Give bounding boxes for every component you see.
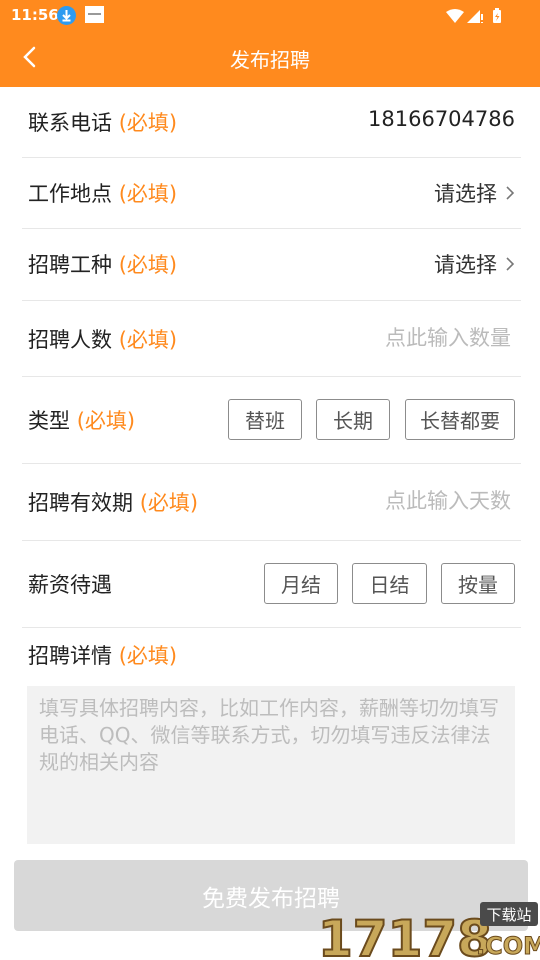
chevron-right-icon (506, 186, 515, 200)
watermark-number: 17178 (318, 910, 492, 960)
location-row[interactable]: 工作地点 (必填) 请选择 (22, 158, 521, 229)
salary-option-piecework[interactable]: 按量 (441, 563, 515, 604)
details-label: 招聘详情 (必填) (28, 644, 178, 668)
job-type-select[interactable]: 请选择 (434, 249, 515, 279)
location-select[interactable]: 请选择 (434, 178, 515, 208)
download-notification-icon (57, 6, 76, 25)
type-row: 类型 (必填) 替班 长期 长替都要 (22, 377, 521, 464)
job-type-row[interactable]: 招聘工种 (必填) 请选择 (22, 229, 521, 301)
salary-option-daily[interactable]: 日结 (352, 563, 427, 604)
phone-label: 联系电话 (必填) (28, 111, 178, 135)
type-option-both[interactable]: 长替都要 (405, 399, 515, 440)
required-mark: (必填) (118, 328, 178, 352)
required-mark: (必填) (118, 644, 178, 668)
type-option-long-term[interactable]: 长期 (316, 399, 390, 440)
page-title: 发布招聘 (230, 48, 310, 72)
job-type-label: 招聘工种 (必填) (28, 253, 178, 277)
system-status-icons (446, 8, 506, 24)
app-notification-icon (85, 6, 104, 23)
status-bar: 11:56 (0, 0, 540, 32)
details-textarea[interactable] (27, 686, 515, 844)
headcount-label: 招聘人数 (必填) (28, 328, 178, 352)
required-mark: (必填) (118, 182, 178, 206)
site-watermark-logo: 17178 下载站 .COM (317, 902, 540, 960)
location-select-text: 请选择 (434, 182, 497, 206)
phone-value[interactable]: 18166704786 (368, 107, 515, 131)
watermark-tag: 下载站 (486, 906, 531, 924)
wifi-icon (446, 9, 464, 23)
required-mark: (必填) (118, 111, 178, 135)
location-label: 工作地点 (必填) (28, 182, 178, 206)
salary-row: 薪资待遇 月结 日结 按量 (22, 541, 521, 628)
required-mark: (必填) (139, 491, 199, 515)
validity-label: 招聘有效期 (必填) (28, 491, 199, 515)
status-time: 11:56 (11, 6, 59, 24)
chevron-right-icon (506, 257, 515, 271)
watermark-suffix: .COM (476, 932, 540, 960)
validity-input[interactable] (311, 484, 511, 518)
headcount-input[interactable] (311, 321, 511, 355)
type-option-substitute[interactable]: 替班 (228, 399, 302, 440)
battery-icon (493, 8, 501, 23)
salary-option-monthly[interactable]: 月结 (264, 563, 338, 604)
salary-label: 薪资待遇 (28, 573, 112, 597)
required-mark: (必填) (118, 253, 178, 277)
job-type-select-text: 请选择 (434, 253, 497, 277)
phone-row: 联系电话 (必填) 18166704786 (22, 87, 521, 158)
signal-icon (467, 10, 483, 23)
headcount-row: 招聘人数 (必填) (22, 301, 521, 377)
validity-row: 招聘有效期 (必填) (22, 464, 521, 541)
app-header: 11:56 发布招聘 (0, 0, 540, 87)
type-label: 类型 (必填) (28, 409, 136, 433)
required-mark: (必填) (76, 409, 136, 433)
